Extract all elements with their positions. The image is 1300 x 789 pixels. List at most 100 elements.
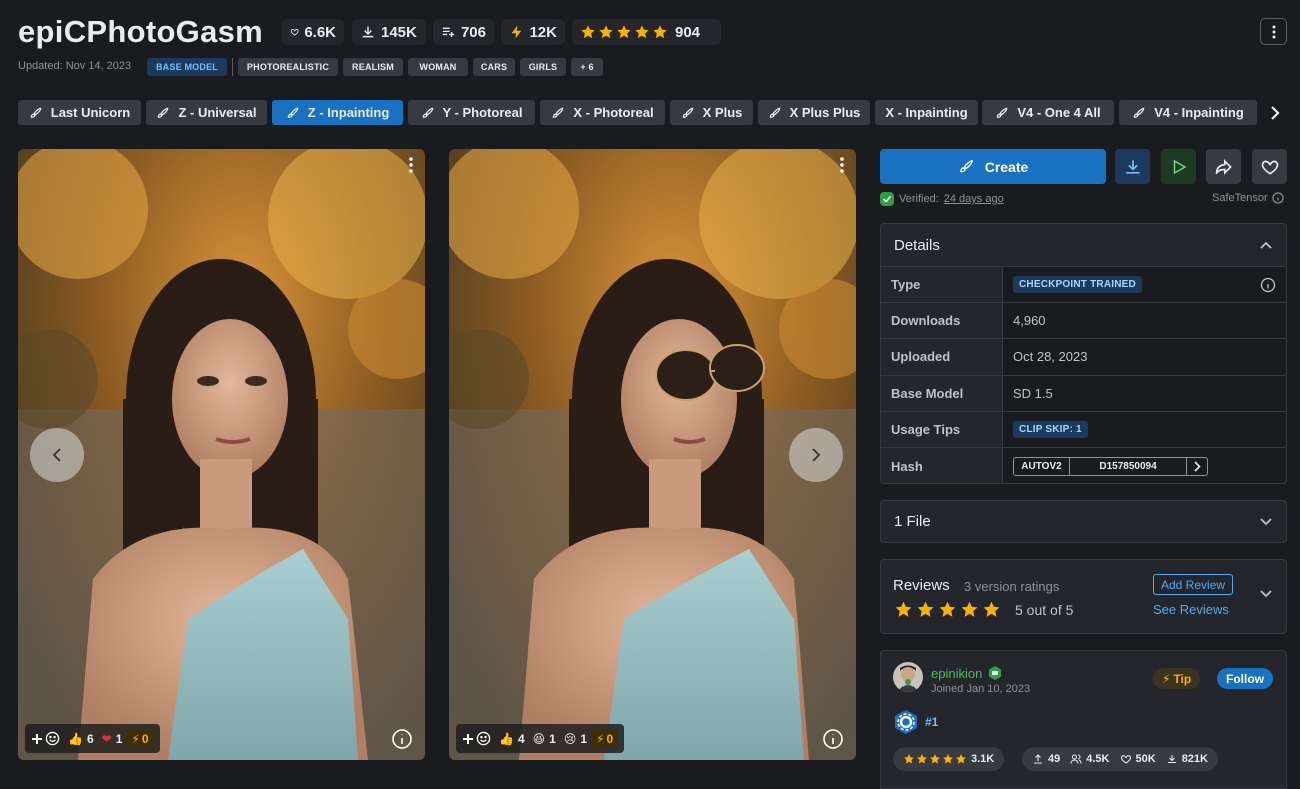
safetensor-label: SafeTensor xyxy=(1212,192,1268,204)
chevron-down-icon[interactable] xyxy=(1260,590,1272,598)
version-tab[interactable]: X Plus Plus xyxy=(758,100,870,125)
chevron-right-icon xyxy=(1271,105,1280,120)
review-stars xyxy=(894,600,1001,619)
collected-count: 706 xyxy=(460,23,486,41)
buzz-stat[interactable]: 12K xyxy=(501,19,565,45)
gallery-image-2[interactable]: 👍 4 😆 1 😢 1 ⚡ 0 xyxy=(449,149,856,760)
base-model-tag[interactable]: BASE MODEL xyxy=(147,58,227,76)
add-reaction-button[interactable] xyxy=(31,731,60,746)
gear-badge-icon xyxy=(895,710,917,734)
tag-girls[interactable]: GIRLS xyxy=(520,58,566,76)
version-tab[interactable]: X - Inpainting xyxy=(875,100,978,125)
details-key: Usage Tips xyxy=(881,411,1003,447)
details-key: Base Model xyxy=(881,375,1003,411)
more-options-button[interactable] xyxy=(1260,18,1287,45)
follow-button[interactable]: Follow xyxy=(1217,668,1273,689)
tag-cars[interactable]: CARS xyxy=(473,58,515,76)
tag-realism[interactable]: REALISM xyxy=(343,58,403,76)
star-icon xyxy=(961,601,978,617)
version-tab-label: X Plus Plus xyxy=(789,105,861,120)
heart-reaction-icon[interactable]: ❤ xyxy=(102,732,112,746)
page-title: epiCPhotoGasm xyxy=(18,14,264,49)
download-button[interactable] xyxy=(1115,149,1150,184)
share-button[interactable] xyxy=(1206,149,1241,184)
add-reaction-button[interactable] xyxy=(462,731,491,746)
image-options-button[interactable] xyxy=(840,157,844,173)
thumbs-up-icon[interactable]: 👍 xyxy=(68,732,83,746)
cry-icon[interactable]: 😢 xyxy=(564,732,577,746)
hash-next-button[interactable] xyxy=(1187,458,1207,475)
version-tab[interactable]: Last Unicorn xyxy=(18,100,141,125)
hash-type[interactable]: AUTOV2 xyxy=(1014,457,1070,475)
details-header[interactable]: Details xyxy=(881,224,1286,267)
hash-copy[interactable]: AUTOV2 D157850094 xyxy=(1013,456,1208,476)
buzz-tip-button[interactable]: ⚡ 0 xyxy=(126,729,154,748)
see-reviews-link[interactable]: See Reviews xyxy=(1153,602,1229,617)
details-row-usage-tips: Usage Tips CLIP SKIP: 1 xyxy=(881,411,1286,448)
creator-username[interactable]: epinikion xyxy=(931,666,982,681)
tag-woman[interactable]: WOMAN xyxy=(408,58,468,76)
image-options-button[interactable] xyxy=(409,157,413,173)
image-info-button[interactable] xyxy=(822,728,844,750)
version-tab[interactable]: Z - Inpainting xyxy=(272,100,403,125)
verified-date[interactable]: 24 days ago xyxy=(944,193,1004,205)
details-title: Details xyxy=(894,236,940,254)
download-icon xyxy=(1125,159,1140,174)
version-tab[interactable]: X Plus xyxy=(670,100,753,125)
rating-stat[interactable]: 904 xyxy=(572,19,721,45)
collected-stat[interactable]: 706 xyxy=(433,19,494,45)
create-button[interactable]: Create xyxy=(880,149,1106,184)
laugh-icon[interactable]: 😆 xyxy=(533,732,546,746)
image-info-button[interactable] xyxy=(391,728,413,750)
details-panel: Details Type CHECKPOINT TRAINED Download… xyxy=(880,223,1287,484)
laugh-count: 1 xyxy=(549,731,556,746)
likes-count: 50K xyxy=(1135,753,1156,765)
thumbs-up-count: 6 xyxy=(86,731,94,746)
likes-stat[interactable]: 6.6K xyxy=(282,19,344,45)
version-tab-label: Y - Photoreal xyxy=(442,105,523,120)
smile-icon xyxy=(45,731,60,746)
brush-icon xyxy=(422,107,433,118)
bolt-icon xyxy=(511,25,522,39)
add-review-button[interactable]: Add Review xyxy=(1153,574,1234,595)
star-icon xyxy=(956,754,966,764)
like-button[interactable] xyxy=(1252,149,1287,184)
downloads-stat[interactable]: 145K xyxy=(352,19,426,45)
plus-icon xyxy=(463,733,473,744)
star-icon xyxy=(617,25,631,39)
files-accordion[interactable]: 1 File xyxy=(880,500,1287,543)
next-image-button[interactable] xyxy=(789,428,843,482)
prev-image-button[interactable] xyxy=(30,428,84,482)
run-button[interactable] xyxy=(1161,149,1196,184)
tag-photorealistic[interactable]: PHOTOREALISTIC xyxy=(238,58,338,76)
creator-rank[interactable]: #1 xyxy=(893,709,938,735)
info-icon[interactable] xyxy=(1272,192,1284,204)
version-tab-label: V4 - Inpainting xyxy=(1154,105,1244,120)
gallery-image-1[interactable]: 👍 6 ❤ 1 ⚡ 0 xyxy=(18,149,425,760)
version-tab[interactable]: V4 - One 4 All xyxy=(982,100,1114,125)
version-tab[interactable]: Z - Universal xyxy=(146,100,267,125)
avatar[interactable] xyxy=(893,662,923,692)
heart-icon xyxy=(1120,755,1131,764)
cry-count: 1 xyxy=(580,731,588,746)
details-value: SD 1.5 xyxy=(1013,385,1053,401)
creator-name[interactable]: epinikion xyxy=(931,665,1003,681)
star-icon xyxy=(917,754,927,764)
version-tab[interactable]: Y - Photoreal xyxy=(408,100,535,125)
brush-icon xyxy=(287,107,299,118)
brush-icon xyxy=(158,107,169,118)
version-scroll-next-button[interactable] xyxy=(1264,100,1286,125)
review-score: 5 out of 5 xyxy=(1015,602,1074,618)
kebab-icon xyxy=(840,157,844,173)
plus-icon xyxy=(32,733,42,744)
thumbs-up-icon[interactable]: 👍 xyxy=(499,732,514,746)
details-row-hash: Hash AUTOV2 D157850094 xyxy=(881,447,1286,483)
info-icon[interactable] xyxy=(1260,277,1276,293)
tag-more[interactable]: + 6 xyxy=(571,58,603,76)
bolt-icon: ⚡ xyxy=(131,731,140,746)
version-tab[interactable]: V4 - Inpainting xyxy=(1119,100,1257,125)
buzz-tip-button[interactable]: ⚡ 0 xyxy=(591,729,619,748)
tip-button[interactable]: ⚡ Tip xyxy=(1153,668,1201,689)
version-tab[interactable]: X - Photoreal xyxy=(540,100,665,125)
hash-value[interactable]: D157850094 xyxy=(1070,457,1187,475)
